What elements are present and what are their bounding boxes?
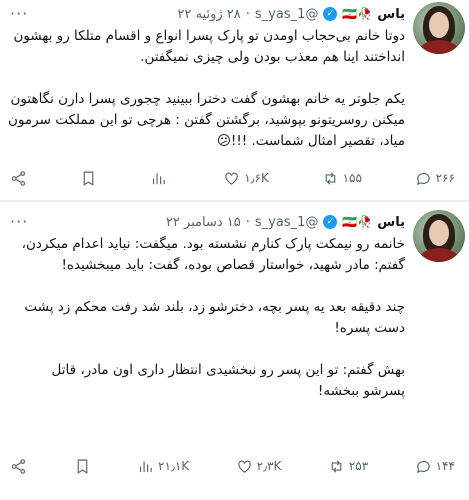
reply-count: ۲۶۶ xyxy=(435,171,455,185)
views-count: ۲۱٫۱K xyxy=(158,459,190,473)
tweet-text: خانمه رو نیمکت پارک کنارم نشسته بود. میگ… xyxy=(21,236,405,399)
tweet[interactable]: یاس 🥀🇮🇷 ✓ @s_yas_1 · ۱۵ دسامبر ۲۲ ··· خا… xyxy=(0,202,469,500)
verified-badge-icon: ✓ xyxy=(323,7,338,21)
separator-dot: · xyxy=(245,6,250,22)
tweet-text: دوتا خانم بی‌حجاب اومدن تو پارک پسرا انو… xyxy=(8,28,405,149)
reply-button[interactable]: ۱۴۴ xyxy=(415,458,455,475)
share-button[interactable] xyxy=(10,170,27,187)
avatar[interactable] xyxy=(413,2,465,54)
bookmark-button[interactable] xyxy=(74,458,91,475)
tweet-date[interactable]: ۲۸ ژوئیه ۲۲ xyxy=(177,7,240,22)
tweet-actions: ۱۴۴ ۲۵۳ ۲٫۳K ۲۱٫۱K xyxy=(0,454,469,478)
separator-dot: · xyxy=(245,214,250,230)
share-button[interactable] xyxy=(10,458,27,475)
verified-badge-icon: ✓ xyxy=(323,215,338,229)
bookmark-icon xyxy=(83,171,94,186)
share-icon xyxy=(11,170,26,186)
views-icon xyxy=(152,173,165,184)
reply-button[interactable]: ۲۶۶ xyxy=(415,170,455,187)
retweet-button[interactable]: ۱۵۵ xyxy=(322,170,362,187)
heart-icon xyxy=(225,172,238,185)
user-handle[interactable]: @s_yas_1 xyxy=(255,7,318,22)
retweet-count: ۱۵۵ xyxy=(342,171,362,185)
name-emoji: 🥀🇮🇷 xyxy=(342,215,373,229)
retweet-icon xyxy=(331,459,342,473)
display-name[interactable]: یاس xyxy=(377,7,405,22)
views-button[interactable]: ۲۱٫۱K xyxy=(137,458,189,475)
avatar[interactable] xyxy=(413,210,465,262)
retweet-count: ۲۵۳ xyxy=(348,459,369,473)
bookmark-button[interactable] xyxy=(80,170,97,187)
tweet-header: یاس 🥀🇮🇷 ✓ @s_yas_1 · ۲۸ ژوئیه ۲۲ xyxy=(40,4,405,24)
reply-icon xyxy=(416,172,430,185)
bookmark-icon xyxy=(77,459,87,474)
retweet-icon xyxy=(325,171,335,185)
like-button[interactable]: ۲٫۳K xyxy=(236,458,282,475)
like-count: ۱٫۶K xyxy=(244,171,269,185)
display-name[interactable]: یاس xyxy=(377,215,405,230)
views-button[interactable] xyxy=(150,170,171,187)
reply-count: ۱۴۴ xyxy=(435,459,455,473)
more-icon[interactable]: ··· xyxy=(10,212,28,231)
user-handle[interactable]: @s_yas_1 xyxy=(255,215,318,230)
more-icon[interactable]: ··· xyxy=(10,4,28,23)
tweet-header: یاس 🥀🇮🇷 ✓ @s_yas_1 · ۱۵ دسامبر ۲۲ xyxy=(40,212,405,232)
share-icon xyxy=(11,458,26,474)
views-icon xyxy=(140,461,152,472)
tweet-date[interactable]: ۱۵ دسامبر ۲۲ xyxy=(166,215,241,230)
tweet-actions: ۲۶۶ ۱۵۵ ۱٫۶K xyxy=(0,166,469,190)
like-count: ۲٫۳K xyxy=(256,459,282,473)
tweet[interactable]: یاس 🥀🇮🇷 ✓ @s_yas_1 · ۲۸ ژوئیه ۲۲ ··· دوت… xyxy=(0,0,469,200)
name-emoji: 🥀🇮🇷 xyxy=(342,7,373,21)
reply-icon xyxy=(416,460,430,473)
retweet-button[interactable]: ۲۵۳ xyxy=(328,458,368,475)
like-button[interactable]: ۱٫۶K xyxy=(223,170,269,187)
heart-icon xyxy=(237,460,251,473)
